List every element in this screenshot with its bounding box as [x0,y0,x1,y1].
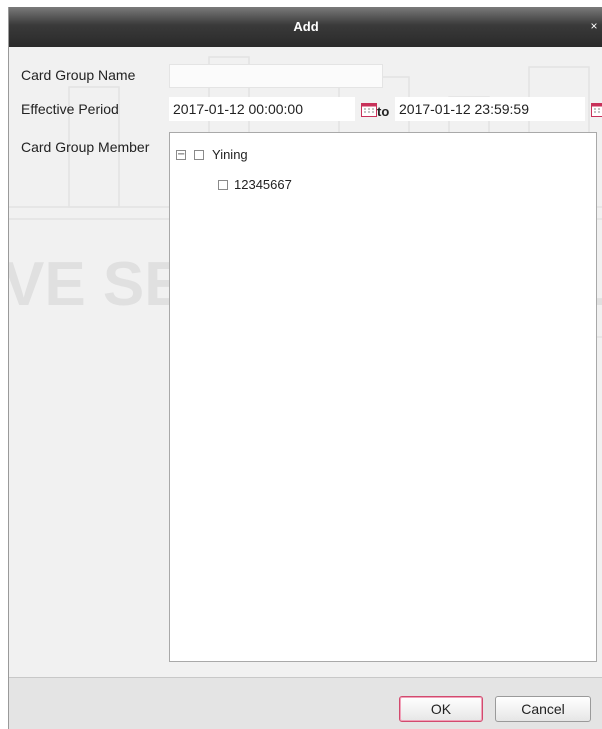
tree-node-child[interactable]: 12345667 [218,177,292,192]
start-datetime-field[interactable]: 2017-01-12 00:00:00 [169,97,355,121]
cancel-button[interactable]: Cancel [495,696,591,722]
ok-button[interactable]: OK [399,696,483,722]
calendar-icon[interactable] [591,102,602,117]
title-bar: Add × [9,7,602,47]
card-group-member-tree[interactable]: − Yining 12345667 [169,132,597,662]
calendar-icon[interactable] [361,102,377,117]
effective-period-label: Effective Period [21,101,119,117]
card-group-name-label: Card Group Name [21,67,136,83]
tree-node-label: 12345667 [234,177,292,192]
tree-node-checkbox[interactable] [218,179,228,190]
tree-node-checkbox[interactable] [194,149,204,160]
end-datetime-field[interactable]: 2017-01-12 23:59:59 [395,97,585,121]
card-group-name-input[interactable] [169,64,383,88]
card-group-member-label: Card Group Member [21,139,150,155]
tree-node-label: Yining [212,147,248,162]
dialog-title: Add [293,19,319,34]
to-label: to [377,104,390,119]
add-card-group-dialog: VE SECURE YOUR LI Add × Card Group Name … [8,7,602,729]
close-icon[interactable]: × [587,19,601,33]
tree-node-root[interactable]: − Yining [176,147,248,162]
dialog-footer: OK Cancel [9,677,602,729]
collapse-icon[interactable]: − [176,149,186,160]
